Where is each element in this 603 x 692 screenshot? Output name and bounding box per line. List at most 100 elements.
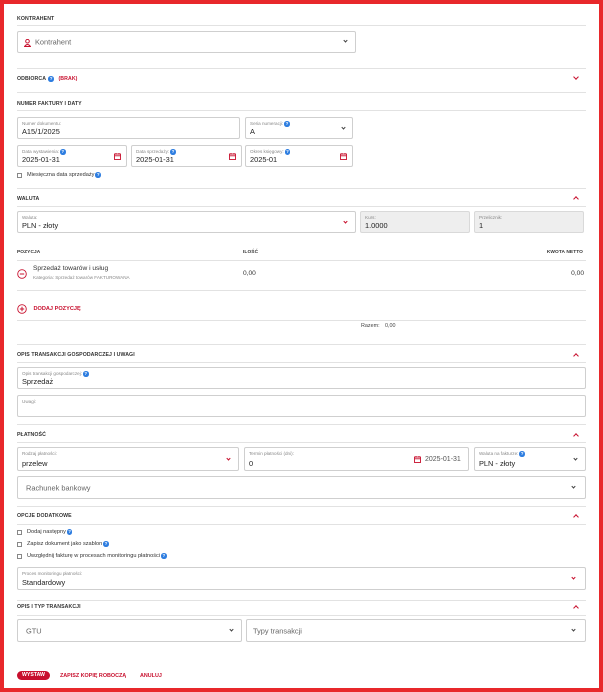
help-icon[interactable]: ? xyxy=(284,149,291,155)
chevron-down-icon xyxy=(573,456,578,461)
remove-item-icon[interactable] xyxy=(17,269,27,279)
item-category: Kategoria: Sprzedaż towarów FAKTUROWANA xyxy=(33,275,130,280)
transaction-types-select[interactable]: Typy transakcji xyxy=(246,619,586,642)
section-title-numer: NUMER FAKTURY I DATY xyxy=(17,101,82,107)
field-value: A15/1/2025 xyxy=(22,127,60,136)
transaction-types-placeholder: Typy transakcji xyxy=(253,626,302,635)
calendar-icon[interactable] xyxy=(414,456,421,463)
divider xyxy=(17,25,586,26)
transaction-description-field[interactable]: Opis transakcji gospodarczej:? Sprzedaż xyxy=(17,367,586,389)
save-draft-button[interactable]: ZAPISZ KOPIĘ ROBOCZĄ xyxy=(60,673,126,679)
field-label: Uwagi: xyxy=(22,399,37,404)
save-template-label: Zapisz dokument jako szablon? xyxy=(27,541,109,548)
chevron-down-icon xyxy=(571,484,576,489)
issue-date-field[interactable]: Data wystawienia:? 2025-01-31 xyxy=(17,145,127,167)
field-label: Rodzaj płatności: xyxy=(22,451,57,456)
document-number-field[interactable]: Numer dokumentu: A15/1/2025 xyxy=(17,117,240,139)
help-icon[interactable]: ? xyxy=(83,371,89,377)
field-label: Termin płatności (dni): xyxy=(249,451,294,456)
field-value: 2025-01-31 xyxy=(22,155,60,164)
divider xyxy=(17,188,586,189)
gtu-select[interactable]: GTU xyxy=(17,619,242,642)
monthly-sale-date-checkbox[interactable] xyxy=(17,173,22,178)
help-icon[interactable]: ? xyxy=(48,76,54,82)
divider xyxy=(17,600,586,601)
chevron-up-icon[interactable] xyxy=(573,353,579,359)
chevron-up-icon[interactable] xyxy=(573,433,579,439)
notes-field[interactable]: Uwagi: xyxy=(17,395,586,417)
help-icon[interactable]: ? xyxy=(161,553,167,559)
field-value: Standardowy xyxy=(22,578,66,587)
section-title-odbiorca: ODBIORCA ? (BRAK) xyxy=(17,76,78,82)
odbiorca-label: ODBIORCA xyxy=(17,76,46,83)
item-name[interactable]: Sprzedaż towarów i usług xyxy=(33,265,108,272)
section-title-opcje: OPCJE DODATKOWE xyxy=(17,513,72,519)
total-value: 0,00 xyxy=(385,323,396,329)
bank-account-select[interactable]: Rachunek bankowy xyxy=(17,476,586,499)
divider xyxy=(17,206,586,207)
numbering-series-select[interactable]: Seria numeracji:? A xyxy=(245,117,353,139)
section-title-typ: OPIS I TYP TRANSAKCJI xyxy=(17,604,81,610)
field-value: Sprzedaż xyxy=(22,377,54,386)
invoice-currency-select[interactable]: Waluta na fakturze:? PLN - złoty xyxy=(474,447,586,471)
divider xyxy=(17,424,586,425)
chevron-up-icon[interactable] xyxy=(573,605,579,611)
due-date-value: 2025-01-31 xyxy=(425,456,461,463)
help-icon[interactable]: ? xyxy=(66,529,73,535)
add-item-label: DODAJ POZYCJĘ xyxy=(33,305,81,312)
currency-select[interactable]: Waluta: PLN - złoty xyxy=(17,211,356,233)
item-quantity: 0,00 xyxy=(243,270,256,277)
help-icon[interactable]: ? xyxy=(519,451,525,457)
add-next-label: Dodaj następny? xyxy=(27,529,73,536)
cancel-button[interactable]: ANULUJ xyxy=(140,673,162,679)
divider xyxy=(17,320,586,321)
plus-circle-icon xyxy=(17,304,27,314)
kontrahent-placeholder: Kontrahent xyxy=(35,37,72,47)
chevron-up-icon[interactable] xyxy=(573,196,579,202)
chevron-down-icon xyxy=(226,456,231,461)
chevron-down-icon xyxy=(571,575,576,580)
column-header-pozycja: POZYCJA xyxy=(17,250,41,255)
chevron-down-icon xyxy=(571,627,576,632)
issue-invoice-button[interactable]: WYSTAW xyxy=(17,671,50,680)
help-icon[interactable]: ? xyxy=(60,149,66,155)
divider xyxy=(17,68,586,69)
section-title-platnosc: PŁATNOŚĆ xyxy=(17,432,46,438)
save-template-checkbox[interactable] xyxy=(17,542,22,547)
field-value: 2025-01 xyxy=(250,155,278,164)
divider xyxy=(17,506,586,507)
kontrahent-select[interactable]: Kontrahent xyxy=(17,31,356,53)
field-label: Waluta na fakturze:? xyxy=(479,451,525,457)
help-icon[interactable]: ? xyxy=(95,172,101,178)
calendar-icon[interactable] xyxy=(340,153,347,160)
item-netto: 0,00 xyxy=(571,270,584,277)
monitoring-process-select[interactable]: Proces monitoringu płatności: Standardow… xyxy=(17,567,586,590)
calendar-icon[interactable] xyxy=(114,153,121,160)
help-icon[interactable]: ? xyxy=(170,149,176,155)
field-label: Seria numeracji:? xyxy=(250,121,290,127)
sale-date-field[interactable]: Data sprzedaży:? 2025-01-31 xyxy=(131,145,242,167)
total-label: Razem: xyxy=(361,323,380,329)
chevron-down-icon[interactable] xyxy=(573,74,579,80)
help-icon[interactable]: ? xyxy=(284,121,290,127)
accounting-period-field[interactable]: Okres księgowy:? 2025-01 xyxy=(245,145,353,167)
bank-account-placeholder: Rachunek bankowy xyxy=(26,483,91,492)
payment-method-select[interactable]: Rodzaj płatności: przelew xyxy=(17,447,239,471)
field-value: 2025-01-31 xyxy=(136,155,174,164)
table-row: Sprzedaż towarów i usług Kategoria: Sprz… xyxy=(17,264,586,286)
add-item-button[interactable]: DODAJ POZYCJĘ xyxy=(17,300,81,318)
chevron-down-icon xyxy=(343,219,348,224)
section-title-waluta: WALUTA xyxy=(17,196,40,202)
column-header-netto: KWOTA NETTO xyxy=(546,250,583,255)
divider xyxy=(17,615,586,616)
converter-field: Przelicznik: 1 xyxy=(474,211,584,233)
chevron-up-icon[interactable] xyxy=(573,514,579,520)
column-header-ilosc: ILOŚĆ xyxy=(243,250,259,255)
help-icon[interactable]: ? xyxy=(103,541,109,547)
add-next-checkbox[interactable] xyxy=(17,530,22,535)
payment-monitoring-checkbox[interactable] xyxy=(17,554,22,559)
section-title-opis: OPIS TRANSAKCJI GOSPODARCZEJ I UWAGI xyxy=(17,352,135,358)
user-icon xyxy=(24,39,31,47)
payment-term-field[interactable]: Termin płatności (dni): 0 2025-01-31 xyxy=(244,447,469,471)
calendar-icon[interactable] xyxy=(229,153,236,160)
